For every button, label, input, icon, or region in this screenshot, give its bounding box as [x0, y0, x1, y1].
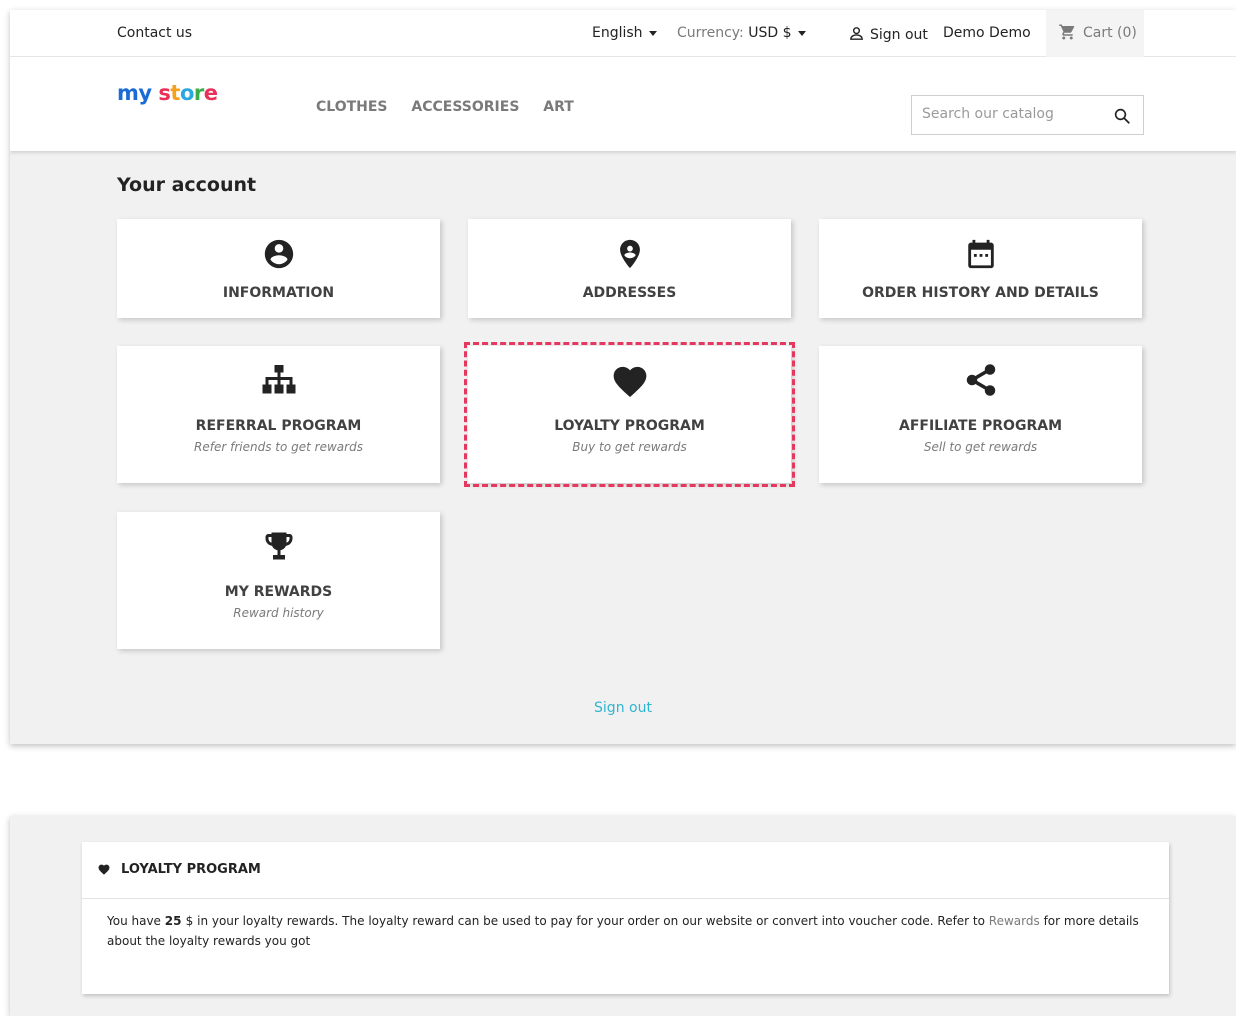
- page-title: Your account: [117, 174, 257, 196]
- sign-out-top-link[interactable]: Sign out: [848, 25, 928, 43]
- location-pin-icon: [619, 239, 640, 269]
- loyalty-panel: LOYALTY PROGRAM You have 25 $ in your lo…: [10, 816, 1236, 1016]
- language-selector[interactable]: English: [592, 25, 657, 41]
- language-label: English: [592, 25, 643, 41]
- user-icon: [850, 27, 863, 40]
- account-page-panel: Contact us English Currency: USD $ Sign …: [10, 10, 1236, 744]
- currency-selector[interactable]: Currency: USD $: [677, 25, 806, 41]
- loyalty-heading: LOYALTY PROGRAM: [82, 842, 1169, 899]
- loyalty-text-middle: $ in your loyalty rewards. The loyalty r…: [185, 914, 989, 928]
- card-title: AFFILIATE PROGRAM: [898, 418, 1063, 434]
- account-name-link[interactable]: Demo Demo: [943, 25, 1031, 41]
- account-card-affiliate-program[interactable]: AFFILIATE PROGRAM Sell to get rewards: [819, 346, 1142, 483]
- logo-text-my: my: [117, 81, 152, 105]
- chevron-down-icon: [648, 30, 657, 36]
- account-card-my-rewards[interactable]: MY REWARDS Reward history: [117, 512, 440, 649]
- chevron-down-icon: [797, 30, 806, 36]
- sign-out-bottom-link[interactable]: Sign out: [10, 700, 1236, 716]
- loyalty-program-box: LOYALTY PROGRAM You have 25 $ in your lo…: [82, 842, 1169, 994]
- search-box: [911, 95, 1144, 135]
- account-card-information[interactable]: INFORMATION: [117, 219, 440, 318]
- account-card-order-history[interactable]: ORDER HISTORY AND DETAILS: [819, 219, 1142, 318]
- account-card-addresses[interactable]: ADDRESSES: [468, 219, 791, 318]
- card-subtitle: Buy to get rewards: [572, 440, 687, 454]
- loyalty-heading-label: LOYALTY PROGRAM: [121, 862, 261, 877]
- card-title: LOYALTY PROGRAM: [554, 418, 705, 434]
- card-subtitle: Reward history: [233, 606, 324, 620]
- main-nav: CLOTHES ACCESSORIES ART: [316, 99, 593, 115]
- nav-item-art[interactable]: ART: [543, 99, 574, 115]
- shopping-cart-icon: [1059, 24, 1075, 40]
- card-title: ORDER HISTORY AND DETAILS: [862, 285, 1099, 301]
- loyalty-text-before: You have: [107, 914, 165, 928]
- logo-letter: o: [179, 81, 194, 105]
- loyalty-amount: 25: [164, 914, 186, 928]
- cart-label: Cart (0): [1083, 25, 1137, 41]
- card-title: MY REWARDS: [224, 584, 333, 600]
- trophy-icon: [265, 532, 292, 560]
- logo-letter: t: [170, 81, 180, 105]
- contact-us-link[interactable]: Contact us: [117, 25, 192, 41]
- loyalty-description: You have 25 $ in your loyalty rewards. T…: [82, 899, 1169, 951]
- currency-label: Currency:: [677, 25, 744, 41]
- rewards-link[interactable]: Rewards: [989, 914, 1040, 928]
- store-logo[interactable]: my store: [117, 81, 218, 105]
- share-icon: [966, 364, 995, 396]
- main-header: my store CLOTHES ACCESSORIES ART: [10, 57, 1236, 151]
- card-title: ADDRESSES: [582, 285, 677, 301]
- search-input[interactable]: [922, 96, 1102, 132]
- card-subtitle: Refer friends to get rewards: [194, 440, 363, 454]
- account-card-loyalty-program[interactable]: LOYALTY PROGRAM Buy to get rewards: [464, 342, 795, 487]
- heart-icon: [98, 864, 110, 875]
- logo-letter: r: [193, 81, 204, 105]
- sign-out-label: Sign out: [870, 27, 928, 43]
- sitemap-icon: [262, 365, 295, 394]
- logo-letter: s: [158, 81, 171, 105]
- heart-icon: [613, 366, 646, 398]
- account-card-referral-program[interactable]: REFERRAL PROGRAM Refer friends to get re…: [117, 346, 440, 483]
- top-bar: Contact us English Currency: USD $ Sign …: [10, 10, 1236, 57]
- card-subtitle: Sell to get rewards: [923, 440, 1038, 454]
- card-title: INFORMATION: [222, 285, 335, 301]
- nav-item-clothes[interactable]: CLOTHES: [316, 99, 388, 115]
- account-circle-icon: [264, 239, 293, 269]
- calendar-icon: [967, 239, 994, 269]
- card-title: REFERRAL PROGRAM: [195, 418, 362, 434]
- cart-button[interactable]: Cart (0): [1046, 10, 1144, 57]
- search-icon[interactable]: [1113, 107, 1131, 125]
- nav-item-accessories[interactable]: ACCESSORIES: [411, 99, 519, 115]
- logo-letter: e: [203, 81, 218, 105]
- currency-value: USD $: [748, 25, 792, 41]
